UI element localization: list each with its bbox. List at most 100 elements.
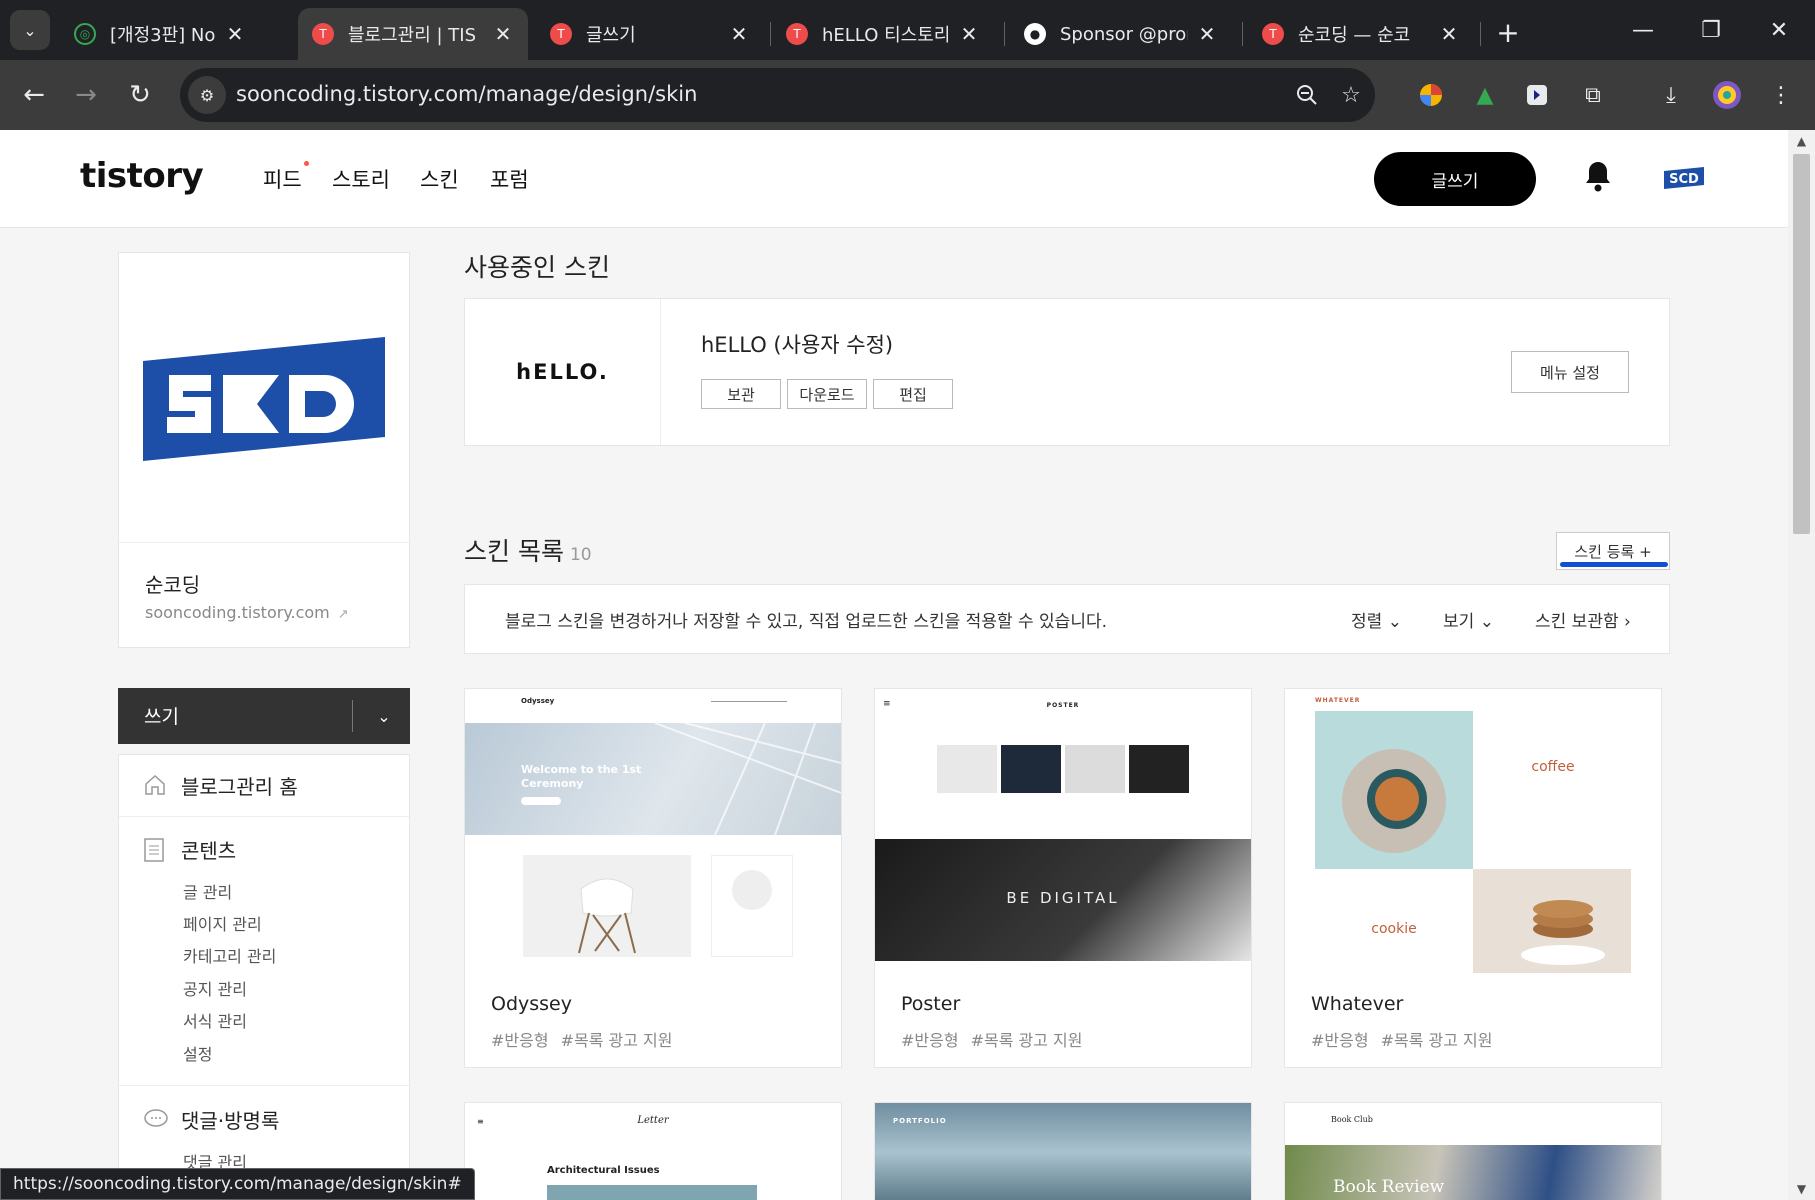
extension-color-icon[interactable] (1412, 76, 1450, 114)
sidebar-group-comments[interactable]: 댓글·방명록 (181, 1105, 279, 1134)
blog-url[interactable]: sooncoding.tistory.com ↗ (145, 603, 349, 622)
skin-card-bookclub[interactable]: Book Club Book Review (1284, 1102, 1662, 1200)
document-icon (143, 837, 167, 863)
skin-preview-letter[interactable]: ≡ Letter Architectural Issues (465, 1103, 841, 1200)
reload-icon[interactable]: ↻ (118, 73, 162, 117)
site-info-icon[interactable]: ⚙ (188, 76, 226, 114)
preview-cookie-image (1473, 869, 1631, 973)
tistory-logo[interactable]: tistory (80, 156, 204, 196)
external-link-icon: ↗ (337, 607, 349, 622)
browser-tab-5[interactable]: ● Sponsor @pron ✕ (1010, 8, 1232, 60)
skin-count: 10 (569, 545, 592, 565)
download-icon[interactable]: ⤓ (1652, 76, 1690, 114)
page-scrollbar[interactable]: ▲ ▼ (1788, 130, 1815, 1200)
sidebar-item-home[interactable]: 블로그관리 홈 (119, 755, 409, 817)
skin-card-odyssey[interactable]: Odyssey Welcome to the 1st Ceremony Odys… (464, 688, 842, 1068)
extension-hex-icon[interactable] (1518, 76, 1556, 114)
extension-triangle-icon[interactable]: ▲ (1466, 76, 1504, 114)
browser-tab-3[interactable]: T 글쓰기 ✕ (536, 8, 764, 60)
back-icon[interactable]: ← (12, 73, 56, 117)
sort-dropdown[interactable]: 정렬 ⌄ (1351, 607, 1402, 632)
sidebar-item-templates[interactable]: 서식 관리 (183, 1008, 247, 1032)
browser-tab-1[interactable]: ◎ [개정3판] Node. ✕ (60, 8, 260, 60)
tag: #목록 광고 지원 (560, 1031, 673, 1050)
address-bar[interactable]: ⚙ sooncoding.tistory.com/manage/design/s… (180, 68, 1375, 122)
skin-preview-portfolio[interactable]: PORTFOLIO (875, 1103, 1251, 1200)
edit-button[interactable]: 편집 (873, 379, 953, 409)
menu-settings-button[interactable]: 메뉴 설정 (1511, 351, 1629, 393)
nav-forum[interactable]: 포럼 (490, 164, 529, 194)
preview-brand: Letter (637, 1115, 669, 1126)
skin-card-poster[interactable]: ≡ POSTER BE DIGITAL Poster #반응형 #목록 광고 지원 (874, 688, 1252, 1068)
sidebar-group-contents[interactable]: 콘텐츠 (181, 835, 236, 864)
download-button[interactable]: 다운로드 (787, 379, 867, 409)
skin-preview-bookclub[interactable]: Book Club Book Review (1285, 1103, 1661, 1200)
skin-preview-whatever[interactable]: WHATEVER coffee cookie (1285, 689, 1661, 973)
blog-name[interactable]: 순코딩 (145, 569, 200, 598)
sidebar-item-posts[interactable]: 글 관리 (183, 879, 232, 903)
blog-logo-image[interactable] (119, 253, 409, 543)
archive-button[interactable]: 보관 (701, 379, 781, 409)
close-tab-icon[interactable]: ✕ (1438, 22, 1460, 46)
site-header: tistory 피드 스토리 스킨 포럼 글쓰기 SCD (0, 130, 1788, 228)
chevron-down-icon[interactable]: ⌄ (368, 700, 400, 732)
sidebar-item-notices[interactable]: 공지 관리 (183, 976, 247, 1000)
skin-card-letter[interactable]: ≡ Letter Architectural Issues (464, 1102, 842, 1200)
view-dropdown[interactable]: 보기 ⌄ (1443, 607, 1494, 632)
close-tab-icon[interactable]: ✕ (492, 22, 514, 46)
preview-product-4 (1129, 745, 1189, 793)
close-tab-icon[interactable]: ✕ (958, 22, 980, 46)
tag: #반응형 (491, 1031, 549, 1050)
bell-icon[interactable] (1584, 160, 1614, 196)
divider (119, 1085, 409, 1086)
preview-product-2 (1001, 745, 1061, 793)
preview-brand: POSTER (1046, 702, 1080, 709)
sidebar-write-dropdown: 쓰기 ⌄ (118, 688, 410, 744)
restore-icon[interactable]: ❐ (1687, 10, 1735, 50)
close-tab-icon[interactable]: ✕ (1196, 22, 1218, 46)
browser-tab-4[interactable]: T hELLO 티스토리 ✕ (772, 8, 994, 60)
user-avatar[interactable]: SCD (1662, 166, 1706, 190)
zoom-icon[interactable] (1290, 78, 1324, 112)
sidebar-item-pages[interactable]: 페이지 관리 (183, 911, 262, 935)
skin-card-whatever[interactable]: WHATEVER coffee cookie Whatever #반응형 #목록 … (1284, 688, 1662, 1068)
close-tab-icon[interactable]: ✕ (728, 22, 750, 46)
browser-tab-6[interactable]: T 순코딩 — 순코 ✕ (1248, 8, 1474, 60)
sidebar-item-settings[interactable]: 설정 (183, 1041, 212, 1065)
extensions-puzzle-icon[interactable]: ⧉ (1574, 76, 1612, 114)
bookmark-star-icon[interactable]: ☆ (1334, 78, 1368, 112)
skin-card-portfolio[interactable]: PORTFOLIO (874, 1102, 1252, 1200)
tag: #목록 광고 지원 (970, 1031, 1083, 1050)
skin-card-tags: #반응형 #목록 광고 지원 (901, 1027, 1094, 1051)
skin-preview-odyssey[interactable]: Odyssey Welcome to the 1st Ceremony (465, 689, 841, 973)
new-tab-button[interactable]: + (1490, 14, 1526, 50)
url-text[interactable]: sooncoding.tistory.com/manage/design/ski… (236, 82, 697, 106)
profile-avatar-icon[interactable] (1708, 76, 1746, 114)
skin-preview-poster[interactable]: ≡ POSTER BE DIGITAL (875, 689, 1251, 973)
write-button[interactable]: 글쓰기 (1374, 152, 1536, 206)
browser-menu-icon[interactable]: ⋮ (1762, 76, 1800, 114)
close-tab-icon[interactable]: ✕ (224, 22, 246, 46)
scroll-up-icon[interactable]: ▲ (1788, 134, 1815, 148)
browser-tab-2-active[interactable]: T 블로그관리 | TIS ✕ (298, 8, 528, 60)
tag: #반응형 (1311, 1031, 1369, 1050)
skin-card-name: Whatever (1311, 993, 1404, 1015)
nav-story[interactable]: 스토리 (332, 164, 390, 194)
skin-storage-link[interactable]: 스킨 보관함 › (1535, 607, 1631, 632)
preview-article-title: Architectural Issues (547, 1165, 660, 1176)
forward-icon[interactable]: → (64, 73, 108, 117)
tag: #목록 광고 지원 (1380, 1031, 1493, 1050)
skin-card-tags: #반응형 #목록 광고 지원 (1311, 1027, 1504, 1051)
preview-books-image: Book Review (1285, 1145, 1661, 1200)
nav-feed[interactable]: 피드 (263, 161, 309, 194)
preview-product-1 (937, 745, 997, 793)
sidebar-item-categories[interactable]: 카테고리 관리 (183, 943, 276, 967)
preview-banner: BE DIGITAL (875, 839, 1251, 961)
nav-skin[interactable]: 스킨 (420, 164, 459, 194)
scroll-down-icon[interactable]: ▼ (1788, 1182, 1815, 1196)
tab-search-button[interactable]: ⌄ (10, 10, 50, 50)
minimize-icon[interactable]: — (1619, 10, 1667, 50)
close-window-icon[interactable]: ✕ (1755, 10, 1803, 50)
sidebar-write-button[interactable]: 쓰기 (144, 702, 179, 729)
scrollbar-thumb[interactable] (1793, 154, 1810, 534)
